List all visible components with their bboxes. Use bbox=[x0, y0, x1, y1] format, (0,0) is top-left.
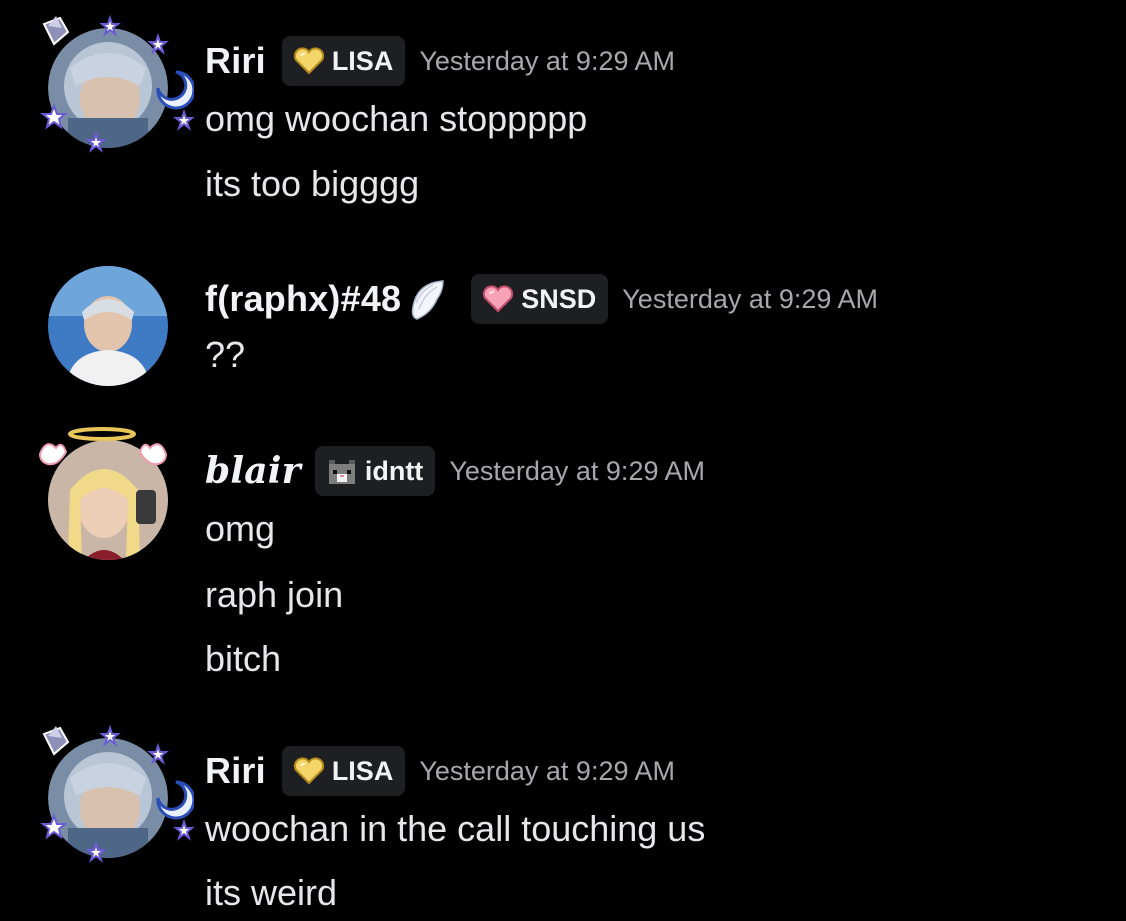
avatar[interactable] bbox=[40, 724, 194, 863]
message-text: omg woochan stoppppp bbox=[205, 98, 588, 139]
message-header: f(raphx)#48 SNSD Yesterday at 9:29 AM bbox=[205, 274, 878, 324]
role-tag-label: LISA bbox=[331, 45, 394, 76]
angel-wing-icon bbox=[412, 280, 445, 320]
message-text: bitch bbox=[205, 638, 282, 679]
username[interactable]: f(raphx)#48 bbox=[205, 278, 401, 320]
role-tag[interactable]: LISA bbox=[281, 746, 406, 796]
message-text: its too bigggg bbox=[205, 163, 420, 204]
username[interactable]: Riri bbox=[205, 40, 266, 82]
pink-heart-icon bbox=[483, 285, 514, 313]
timestamp[interactable]: Yesterday at 9:29 AM bbox=[449, 456, 705, 487]
message-header: Riri LISA Yesterday at 9:29 AM bbox=[205, 746, 675, 796]
timestamp[interactable]: Yesterday at 9:29 AM bbox=[419, 46, 675, 77]
avatar[interactable] bbox=[38, 427, 168, 560]
message-header: blair idntt Yesterday at 9:29 AM bbox=[205, 446, 705, 496]
timestamp[interactable]: Yesterday at 9:29 AM bbox=[622, 284, 878, 315]
avatar[interactable] bbox=[48, 266, 168, 386]
message-text: raph join bbox=[205, 574, 344, 615]
message-text: omg bbox=[205, 508, 276, 549]
message-text: its weird bbox=[205, 872, 338, 913]
message-text: ?? bbox=[205, 334, 246, 375]
username[interactable]: Riri bbox=[205, 750, 266, 792]
role-tag[interactable]: SNSD bbox=[471, 274, 609, 324]
avatar[interactable] bbox=[40, 14, 194, 153]
username[interactable]: blair bbox=[205, 450, 301, 492]
message-text: woochan in the call touching us bbox=[205, 808, 706, 849]
yellow-heart-icon bbox=[293, 757, 324, 785]
avatar-decoration-stars-icon bbox=[40, 724, 194, 863]
chat-message-list: Riri LISA Yesterday at 9:29 AM omg wooch… bbox=[0, 0, 1126, 921]
pixel-cat-icon bbox=[328, 460, 355, 484]
role-tag-label: idntt bbox=[364, 455, 424, 486]
timestamp[interactable]: Yesterday at 9:29 AM bbox=[419, 756, 675, 787]
yellow-heart-icon bbox=[293, 47, 324, 75]
role-tag[interactable]: idntt bbox=[314, 446, 436, 496]
role-tag[interactable]: LISA bbox=[281, 36, 406, 86]
message-header: Riri LISA Yesterday at 9:29 AM bbox=[205, 36, 675, 86]
avatar-decoration-halo-icon bbox=[38, 427, 168, 466]
role-tag-label: LISA bbox=[331, 755, 394, 786]
role-tag-label: SNSD bbox=[521, 283, 597, 314]
avatar-decoration-stars-icon bbox=[40, 14, 194, 153]
